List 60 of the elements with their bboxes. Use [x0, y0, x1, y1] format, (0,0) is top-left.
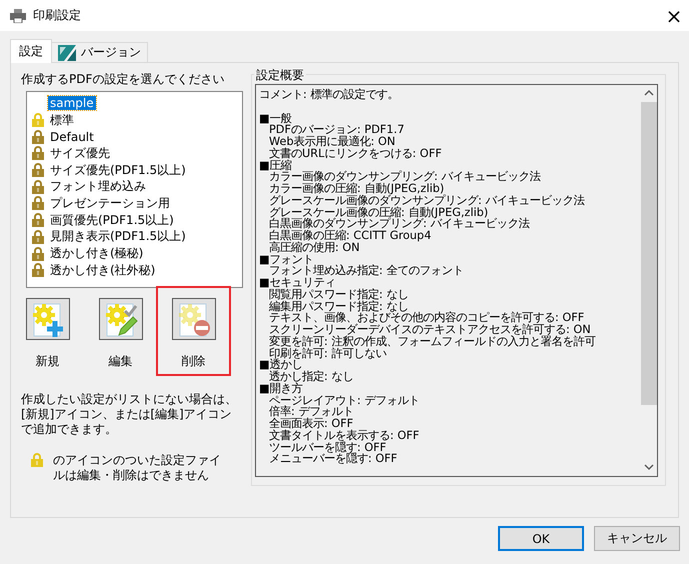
summary-line: 文書のURLにリンクをつける: OFF: [268, 148, 443, 160]
list-item[interactable]: 標準: [48, 112, 76, 129]
summary-line: 倍率: デフォルト: [268, 406, 354, 418]
list-item[interactable]: 透かし付き(極秘): [48, 245, 146, 262]
summary-line: カラー画像のダウンサンプリング: バイキュービック法: [269, 171, 542, 183]
summary-line: Web表示用に最適化: ON: [268, 136, 396, 148]
button-label: 編集: [108, 353, 132, 370]
tool-button[interactable]: [26, 298, 70, 340]
summary-line: 編集用パスワード指定: なし: [268, 300, 410, 312]
list-item[interactable]: 透かし付き(社外秘): [48, 262, 158, 279]
padlock-icon: [31, 453, 43, 467]
summary-line: 白黒画像の圧縮: CCITT Group4: [268, 230, 432, 242]
summary-line: 文書タイトルを表示する: OFF: [268, 430, 420, 442]
tab[interactable]: 設定: [10, 39, 52, 63]
summary-line: スクリーンリーダーデバイスのテキストアクセスを許可する: ON: [268, 324, 592, 336]
summary-line: メニューバーを隠す: OFF: [268, 453, 398, 465]
summary-line: コメント: 標準の設定です。: [259, 89, 400, 101]
printer-icon: [10, 8, 26, 22]
button-label: 削除: [182, 353, 206, 370]
list-item[interactable]: フォント埋め込み: [48, 178, 148, 196]
section-heading: ■開き方: [259, 382, 303, 394]
window-title: 印刷設定: [33, 7, 81, 24]
summary-line: 変更を許可: 注釈の作成、フォームフィールドの入力と署名を許可: [268, 336, 596, 348]
lock-note: のアイコンのついた設定ファイルは編集・削除はできません: [53, 453, 222, 483]
summary-line: 閲覧用パスワード指定: なし: [268, 288, 410, 300]
section-heading: ■透かし: [259, 359, 303, 371]
summary-line: テキスト、画像、およびその他の内容のコピーを許可する: OFF: [268, 312, 586, 324]
summary-line: フォント埋め込み指定: 全てのフォント: [269, 265, 464, 277]
summary-line: グレースケール画像の圧縮: 自動(JPEG,zlib): [268, 206, 488, 218]
list-item[interactable]: プレゼンテーション用: [48, 194, 172, 212]
summary-line: ページレイアウト: デフォルト: [268, 394, 420, 406]
list-item[interactable]: サイズ優先: [48, 144, 112, 162]
list-item[interactable]: 見開き表示(PDF1.5以上): [48, 228, 188, 246]
dialog-button[interactable]: キャンセル: [594, 526, 680, 551]
summary-line: ツールバーを隠す: OFF: [268, 442, 388, 454]
list-item[interactable]: サイズ優先(PDF1.5以上): [48, 162, 188, 179]
group-title: 設定概要: [254, 67, 306, 84]
tool-button[interactable]: [98, 298, 142, 340]
section-heading: ■フォント: [259, 254, 314, 266]
summary-line: 印刷を許可: 許可しない: [268, 348, 388, 360]
summary-line: 全画面表示: OFF: [268, 418, 354, 430]
button-label: 新規: [36, 353, 60, 370]
logo-icon: [58, 44, 76, 60]
tab[interactable]: バージョン: [51, 42, 148, 62]
list-label: 作成するPDFの設定を選んでください: [21, 71, 226, 85]
summary-line: カラー画像の圧縮: 自動(JPEG,zlib): [268, 183, 444, 195]
list-item[interactable]: sample: [48, 96, 96, 110]
summary-line: PDFのバージョン: PDF1.7: [269, 124, 406, 136]
summary-line: 白黒画像のダウンサンプリング: バイキュービック法: [268, 218, 531, 230]
section-heading: ■セキュリティ: [259, 277, 337, 289]
section-heading: ■圧縮: [259, 160, 293, 172]
dialog-button[interactable]: OK: [498, 526, 584, 551]
summary-line: 高圧縮の使用: ON: [268, 242, 361, 254]
close-button[interactable]: ×: [659, 0, 689, 30]
section-heading: ■一般: [259, 112, 293, 124]
summary-line: グレースケール画像のダウンサンプリング: バイキュービック法: [268, 194, 586, 206]
summary-line: 透かし指定: なし: [268, 371, 354, 383]
list-item[interactable]: Default: [48, 130, 96, 144]
help-text: 作成したい設定がリストにない場合は、[新規]アイコン、または[編集]アイコンで追加できます。: [21, 392, 238, 437]
list-item[interactable]: 画質優先(PDF1.5以上): [48, 212, 176, 229]
